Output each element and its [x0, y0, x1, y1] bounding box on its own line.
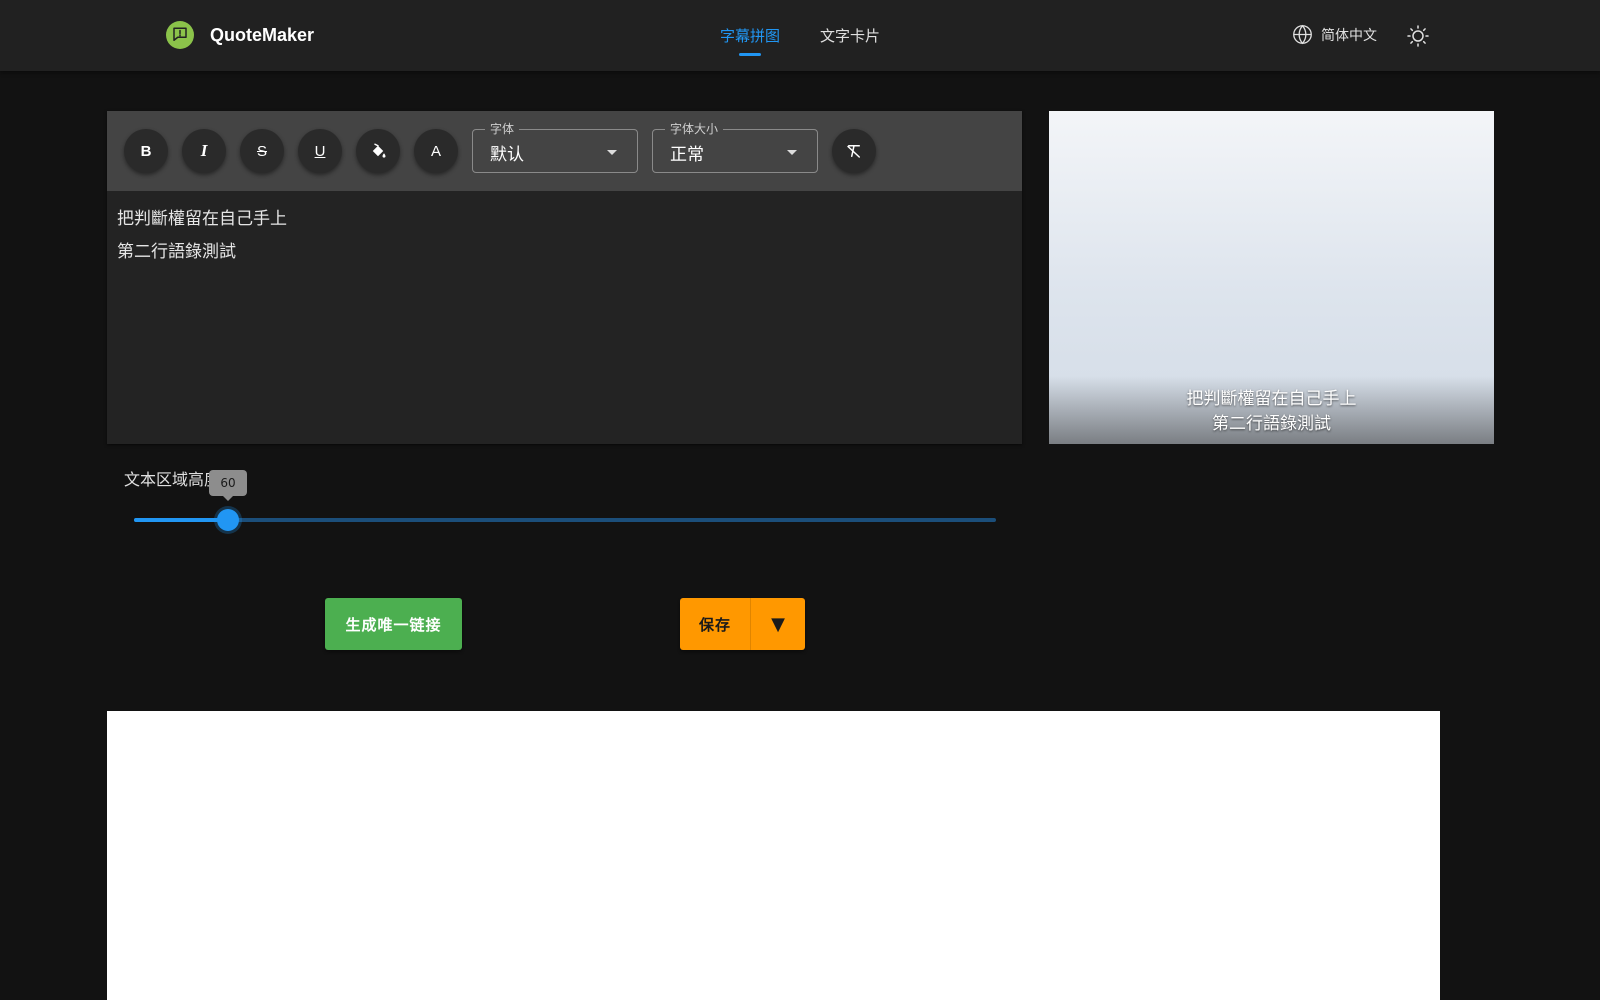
- save-button-group: 保存 ▼: [680, 598, 805, 650]
- slider-thumb[interactable]: [217, 509, 239, 531]
- editor-line: 把判斷權留在自己手上: [117, 209, 287, 229]
- tab-text-card[interactable]: 文字卡片: [800, 0, 900, 71]
- clear-format-icon: [847, 145, 860, 158]
- app-header: QuoteMaker 字幕拼图 文字卡片 简体中文: [0, 0, 1600, 71]
- slider-fill: [134, 518, 228, 522]
- font-select-label: 字体: [485, 121, 520, 137]
- strikethrough-button[interactable]: S: [240, 129, 284, 173]
- tab-label: 字幕拼图: [720, 27, 781, 45]
- slider-label: 文本区域高度: [124, 470, 221, 489]
- theme-toggle-button[interactable]: [1406, 24, 1430, 48]
- caret-down-icon: [607, 150, 617, 155]
- image-preview: 把判斷權留在自己手上 第二行語錄測試: [1049, 111, 1494, 444]
- chat-bubble-icon: [166, 21, 194, 49]
- caret-down-icon: [787, 150, 797, 155]
- globe-icon: [1293, 24, 1312, 45]
- fill-color-button[interactable]: [356, 129, 400, 173]
- paint-bucket-icon: [372, 143, 386, 158]
- text-area-height-slider[interactable]: 60: [134, 470, 996, 531]
- font-select-value: 默认: [490, 145, 524, 165]
- active-tab-indicator: [739, 53, 761, 56]
- generate-link-button[interactable]: 生成唯一链接: [325, 598, 462, 650]
- output-canvas: [107, 711, 1440, 1000]
- main-nav: 字幕拼图 文字卡片: [700, 0, 900, 71]
- bold-button[interactable]: B: [124, 129, 168, 173]
- save-menu-toggle[interactable]: ▼: [751, 598, 805, 650]
- editor-text-area[interactable]: 把判斷權留在自己手上 第二行語錄測試: [107, 191, 1022, 281]
- language-switcher[interactable]: 简体中文: [1292, 24, 1377, 45]
- slider-track[interactable]: [134, 518, 996, 522]
- font-size-select[interactable]: 字体大小 正常: [652, 121, 818, 173]
- brand[interactable]: QuoteMaker: [166, 21, 314, 49]
- font-size-value: 正常: [670, 145, 704, 165]
- italic-button[interactable]: I: [182, 129, 226, 173]
- preview-line: 把判斷權留在自己手上: [1186, 389, 1357, 409]
- sun-icon: [1407, 25, 1429, 47]
- preview-caption: 把判斷權留在自己手上 第二行語錄測試: [1049, 376, 1494, 444]
- app-name: QuoteMaker: [210, 24, 315, 45]
- editor-toolbar: B I S U A 字体 默认 字体大小 正常: [107, 111, 1022, 191]
- slider-value-tooltip: 60: [209, 470, 247, 501]
- save-button[interactable]: 保存: [680, 598, 751, 650]
- editor-line: 第二行語錄測試: [117, 242, 236, 262]
- text-color-button[interactable]: A: [414, 129, 458, 173]
- rich-text-editor: B I S U A 字体 默认 字体大小 正常 把判斷權留在自己手上 第二行語錄…: [107, 111, 1022, 444]
- font-size-label: 字体大小: [665, 121, 724, 137]
- tab-label: 文字卡片: [820, 27, 881, 45]
- preview-line: 第二行語錄測試: [1212, 414, 1331, 434]
- language-label: 简体中文: [1321, 27, 1377, 44]
- tab-subtitle-collage[interactable]: 字幕拼图: [700, 0, 800, 71]
- underline-button[interactable]: U: [298, 129, 342, 173]
- clear-format-button[interactable]: [832, 129, 876, 173]
- font-family-select[interactable]: 字体 默认: [472, 121, 638, 173]
